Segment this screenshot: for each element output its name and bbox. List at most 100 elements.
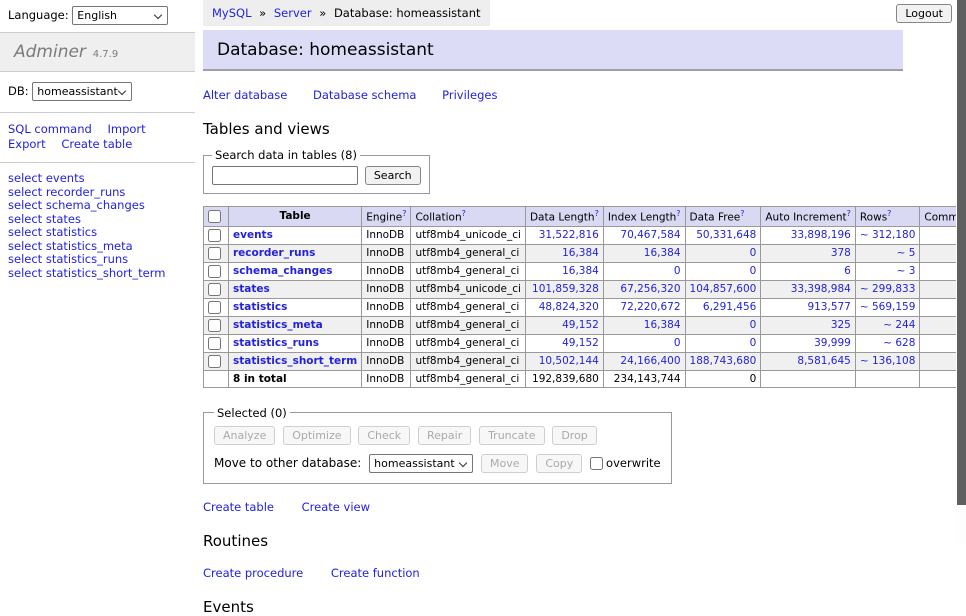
- copy-button[interactable]: Copy: [536, 454, 582, 473]
- search-button[interactable]: Search: [365, 166, 421, 185]
- auto-increment-link[interactable]: 39,999: [814, 337, 851, 349]
- data-length-link[interactable]: 31,522,816: [539, 229, 599, 241]
- breadcrumb-mysql-link[interactable]: MySQL: [212, 6, 252, 20]
- vertical-scrollbar[interactable]: [956, 0, 966, 543]
- table-name-link[interactable]: statistics: [233, 301, 287, 313]
- sidebar-link-import[interactable]: Import: [107, 122, 145, 136]
- index-length-link[interactable]: 72,220,672: [620, 301, 680, 313]
- data-free-link[interactable]: 0: [750, 319, 757, 331]
- sidebar-link-sql-command[interactable]: SQL command: [8, 122, 92, 136]
- table-name-link[interactable]: states: [233, 283, 270, 295]
- index-length-link[interactable]: 70,467,584: [620, 229, 680, 241]
- rows-link[interactable]: ~ 569,159: [860, 301, 916, 313]
- sidebar-select-schema-changes[interactable]: select schema_changes: [8, 199, 187, 212]
- rows-link[interactable]: ~ 136,108: [860, 355, 916, 367]
- data-free-link[interactable]: 6,291,456: [703, 301, 756, 313]
- table-name-link[interactable]: events: [233, 229, 273, 241]
- sidebar-link-export[interactable]: Export: [8, 137, 46, 151]
- sidebar-select-states[interactable]: select states: [8, 213, 187, 226]
- sidebar-select-statistics-short-term[interactable]: select statistics_short_term: [8, 267, 187, 280]
- rows-link[interactable]: ~ 628: [883, 337, 915, 349]
- data-length-link[interactable]: 16,384: [562, 247, 599, 259]
- data-free-link[interactable]: 0: [750, 265, 757, 277]
- data-length-link[interactable]: 49,152: [562, 319, 599, 331]
- rows-link[interactable]: ~ 299,833: [860, 283, 916, 295]
- auto-increment-link[interactable]: 33,398,984: [791, 283, 851, 295]
- truncate-button[interactable]: Truncate: [479, 426, 544, 445]
- repair-button[interactable]: Repair: [418, 426, 471, 445]
- help-link[interactable]: ?: [462, 209, 466, 218]
- sidebar-select-statistics[interactable]: select statistics: [8, 226, 187, 239]
- row-select-checkbox[interactable]: [208, 229, 221, 242]
- auto-increment-link[interactable]: 6: [844, 265, 851, 277]
- language-select-control[interactable]: English: [73, 7, 137, 24]
- table-name-link[interactable]: statistics_short_term: [233, 355, 357, 367]
- sidebar-select-statistics-meta[interactable]: select statistics_meta: [8, 240, 187, 253]
- data-free-link[interactable]: 188,743,680: [690, 355, 757, 367]
- data-free-link[interactable]: 0: [750, 337, 757, 349]
- db-select-control[interactable]: homeassistant: [33, 83, 138, 100]
- database-schema-link[interactable]: Database schema: [313, 88, 416, 102]
- index-length-link[interactable]: 16,384: [644, 247, 681, 259]
- sidebar-select-events[interactable]: select events: [8, 172, 187, 185]
- privileges-link[interactable]: Privileges: [442, 88, 497, 102]
- auto-increment-link[interactable]: 378: [831, 247, 851, 259]
- scrollbar-thumb[interactable]: [957, 0, 966, 505]
- data-free-link[interactable]: 0: [750, 247, 757, 259]
- help-link[interactable]: ?: [847, 209, 851, 218]
- help-link[interactable]: ?: [595, 209, 599, 218]
- help-link[interactable]: ?: [740, 209, 744, 218]
- create-table-link[interactable]: Create table: [203, 500, 274, 514]
- optimize-button[interactable]: Optimize: [283, 426, 350, 445]
- alter-database-link[interactable]: Alter database: [203, 88, 287, 102]
- table-name-link[interactable]: recorder_runs: [233, 247, 315, 259]
- index-length-link[interactable]: 0: [674, 337, 681, 349]
- move-database-select[interactable]: homeassistant: [369, 454, 473, 473]
- index-length-link[interactable]: 67,256,320: [620, 283, 680, 295]
- rows-link[interactable]: ~ 312,180: [860, 229, 916, 241]
- analyze-button[interactable]: Analyze: [214, 426, 275, 445]
- rows-link[interactable]: ~ 244: [883, 319, 915, 331]
- data-length-link[interactable]: 101,859,328: [532, 283, 599, 295]
- auto-increment-link[interactable]: 913,577: [807, 301, 850, 313]
- auto-increment-link[interactable]: 33,898,196: [791, 229, 851, 241]
- overwrite-checkbox[interactable]: [590, 457, 603, 470]
- row-select-checkbox[interactable]: [208, 337, 221, 350]
- table-name-link[interactable]: schema_changes: [233, 265, 333, 277]
- check-button[interactable]: Check: [358, 426, 410, 445]
- sidebar-link-create-table[interactable]: Create table: [61, 137, 132, 151]
- data-length-link[interactable]: 49,152: [562, 337, 599, 349]
- overwrite-option[interactable]: overwrite: [590, 456, 661, 470]
- rows-link[interactable]: ~ 3: [897, 265, 916, 277]
- row-select-checkbox[interactable]: [208, 247, 221, 260]
- drop-button[interactable]: Drop: [552, 426, 596, 445]
- table-name-link[interactable]: statistics_meta: [233, 319, 323, 331]
- data-length-link[interactable]: 10,502,144: [539, 355, 599, 367]
- table-name-link[interactable]: statistics_runs: [233, 337, 319, 349]
- create-function-link[interactable]: Create function: [331, 566, 420, 580]
- auto-increment-link[interactable]: 8,581,645: [797, 355, 850, 367]
- index-length-link[interactable]: 24,166,400: [620, 355, 680, 367]
- index-length-link[interactable]: 0: [674, 265, 681, 277]
- create-view-link[interactable]: Create view: [302, 500, 370, 514]
- rows-link[interactable]: ~ 5: [897, 247, 916, 259]
- row-select-checkbox[interactable]: [208, 319, 221, 332]
- data-free-link[interactable]: 50,331,648: [696, 229, 756, 241]
- data-free-link[interactable]: 104,857,600: [690, 283, 757, 295]
- sidebar-select-recorder-runs[interactable]: select recorder_runs: [8, 186, 187, 199]
- move-button[interactable]: Move: [481, 454, 529, 473]
- search-input[interactable]: [212, 166, 358, 185]
- row-select-checkbox[interactable]: [208, 265, 221, 278]
- data-length-link[interactable]: 48,824,320: [539, 301, 599, 313]
- auto-increment-link[interactable]: 325: [831, 319, 851, 331]
- row-select-checkbox[interactable]: [208, 283, 221, 296]
- index-length-link[interactable]: 16,384: [644, 319, 681, 331]
- language-select[interactable]: English: [72, 6, 168, 25]
- help-link[interactable]: ?: [402, 209, 406, 218]
- row-select-checkbox[interactable]: [208, 355, 221, 368]
- breadcrumb-server-link[interactable]: Server: [274, 6, 312, 20]
- row-select-checkbox[interactable]: [208, 301, 221, 314]
- help-link[interactable]: ?: [676, 209, 680, 218]
- sidebar-select-statistics-runs[interactable]: select statistics_runs: [8, 253, 187, 266]
- help-link[interactable]: ?: [887, 209, 891, 218]
